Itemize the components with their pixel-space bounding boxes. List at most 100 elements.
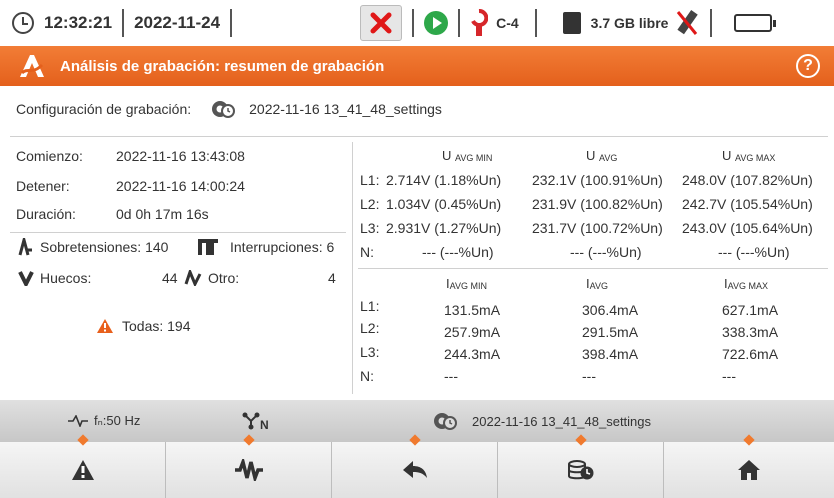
table-row-label: L3:	[360, 344, 380, 360]
other-event-icon	[184, 270, 202, 286]
other-events: Otro:	[184, 270, 239, 286]
table-cell: --- (---%Un)	[570, 244, 642, 260]
voltage-table: U AVG MIN U AVG U AVG MAX L1: 2.714V (1.…	[360, 148, 834, 266]
settings-info: 2022-11-16 13_41_48_settings	[432, 411, 651, 431]
table-cell: 244.3mA	[444, 346, 501, 362]
home-icon	[738, 460, 760, 480]
table-cell: 232.1V (100.91%Un)	[532, 172, 663, 188]
recording-config: Configuración de grabación: 2022-11-16 1…	[16, 96, 442, 122]
recording-active-icon	[424, 11, 449, 35]
stop-recording-button[interactable]	[360, 5, 403, 41]
bottom-nav	[0, 434, 834, 498]
table-cell: 722.6mA	[722, 346, 779, 362]
interruption-label: Interrupciones:	[230, 239, 323, 255]
usb-disconnected-icon	[677, 10, 699, 35]
home-button[interactable]	[664, 434, 834, 498]
settings-clock-icon	[212, 101, 236, 118]
warning-icon	[71, 460, 94, 480]
status-bar: 12:32:21 2022-11-24 C-4 3.7 GB libre	[0, 0, 834, 46]
table-cell: 2.931V (1.27%Un)	[386, 220, 502, 236]
other-count: 4	[328, 270, 336, 286]
status-divider	[534, 9, 537, 37]
divider	[358, 268, 828, 269]
table-cell: 231.9V (100.82%Un)	[532, 196, 663, 212]
divider	[10, 232, 346, 233]
dip-icon	[18, 271, 34, 286]
table-cell: 306.4mA	[582, 302, 639, 318]
table-row-label: N:	[360, 244, 374, 260]
table-cell: 243.0V (105.64%Un)	[682, 220, 813, 236]
table-row-label: N:	[360, 368, 374, 384]
table-cell: --- (---%Un)	[718, 244, 790, 260]
waveform-icon	[234, 459, 263, 481]
events-button[interactable]	[0, 434, 166, 498]
table-cell: 257.9mA	[444, 324, 501, 340]
table-cell: ---	[444, 368, 458, 384]
table-cell: 1.034V (0.45%Un)	[386, 196, 502, 212]
network-type: N	[242, 410, 269, 432]
table-row-label: L2:	[360, 320, 380, 336]
clock-icon	[12, 12, 34, 34]
header-u-avg: U AVG	[586, 148, 618, 163]
settings-filename: 2022-11-16 13_41_48_settings	[472, 413, 652, 429]
stop-label: Detener:	[16, 178, 70, 194]
network-label: N	[260, 418, 269, 432]
table-row-label: L1:	[360, 172, 380, 188]
frequency-value: fₙ:50 Hz	[94, 413, 141, 428]
clamp-type: C-4	[496, 15, 519, 31]
other-label: Otro:	[208, 270, 240, 286]
status-divider	[710, 9, 713, 37]
close-icon	[370, 12, 392, 34]
swell-events: Sobretensiones: 140	[18, 238, 168, 256]
help-button[interactable]: ?	[796, 54, 820, 78]
header-i-avg: IAVG	[586, 276, 608, 291]
frequency-info: fₙ:50 Hz	[68, 413, 140, 429]
config-label: Configuración de grabación:	[16, 101, 192, 117]
current-table: IAVG MIN IAVG IAVG MAX L1: 131.5mA 306.4…	[360, 276, 834, 388]
dip-count: 44	[162, 270, 178, 286]
table-row-label: L3:	[360, 220, 380, 236]
status-divider	[412, 9, 415, 37]
network-icon	[242, 412, 260, 430]
stop-value: 2022-11-16 14:00:24	[116, 178, 245, 194]
table-cell: 338.3mA	[722, 324, 779, 340]
start-label: Comienzo:	[16, 148, 83, 164]
interruption-icon	[198, 239, 218, 255]
sd-card-icon	[562, 12, 581, 34]
config-value: 2022-11-16 13_41_48_settings	[249, 101, 442, 117]
database-button[interactable]	[498, 434, 664, 498]
status-divider	[458, 9, 461, 37]
status-divider	[122, 9, 125, 37]
header-i-avg-min: IAVG MIN	[446, 276, 487, 291]
table-cell: 2.714V (1.18%Un)	[386, 172, 502, 188]
table-cell: 398.4mA	[582, 346, 639, 362]
status-divider	[230, 9, 233, 37]
settings-clock-icon	[434, 413, 457, 430]
waveform-button[interactable]	[166, 434, 332, 498]
status-time: 12:32:21	[44, 13, 113, 32]
header-u-avg-min: U AVG MIN	[442, 148, 493, 163]
duration-value: 0d 0h 17m 16s	[116, 206, 209, 222]
header-i-avg-max: IAVG MAX	[724, 276, 768, 291]
warning-icon	[97, 319, 113, 333]
swell-label: Sobretensiones:	[40, 239, 142, 255]
table-cell: 291.5mA	[582, 324, 639, 340]
frequency-icon	[68, 415, 88, 427]
page-title: Análisis de grabación: resumen de grabac…	[60, 57, 385, 75]
clamp-icon	[471, 9, 489, 36]
table-cell: 248.0V (107.82%Un)	[682, 172, 813, 188]
dip-label: Huecos:	[40, 270, 92, 286]
battery-icon	[734, 14, 777, 32]
table-cell: ---	[722, 368, 736, 384]
table-row-label: L2:	[360, 196, 380, 212]
table-cell: ---	[582, 368, 596, 384]
back-arrow-icon	[402, 461, 427, 478]
back-button[interactable]	[332, 434, 498, 498]
interruption-events: Interrupciones: 6	[198, 238, 334, 256]
divider	[10, 136, 828, 137]
swell-count: 140	[145, 239, 169, 255]
table-cell: 131.5mA	[444, 302, 501, 318]
table-cell: 231.7V (100.72%Un)	[532, 220, 663, 236]
header-u-avg-max: U AVG MAX	[722, 148, 776, 163]
all-events: Todas: 194	[96, 318, 191, 334]
